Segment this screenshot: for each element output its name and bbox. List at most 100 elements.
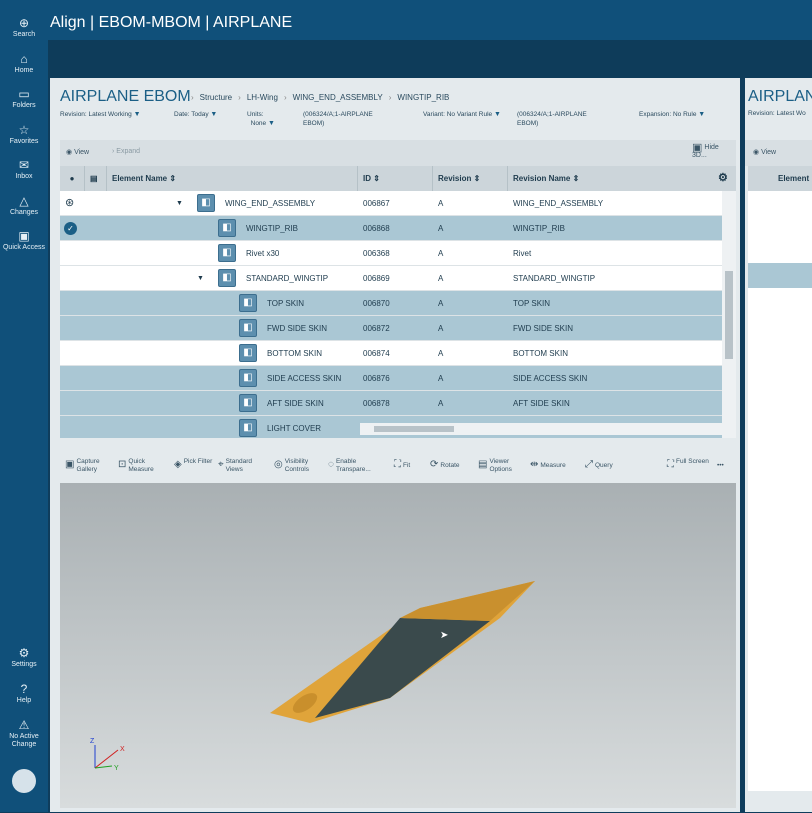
units-label: Units: [247,111,264,118]
change-icon: ⚠ [18,718,30,732]
scroll-thumb[interactable] [725,271,733,359]
expansion-value: No Rule [672,111,697,118]
chevron-down-icon[interactable]: ▼ [197,266,204,291]
chevron-right-icon: › [388,93,392,102]
help-icon: ? [20,682,28,696]
structure-toolbar: ◉ View › Expand ▣ Hide 3D... [60,140,736,166]
breadcrumb-item[interactable]: WINGTIP_RIB [397,93,449,102]
breadcrumb-item[interactable]: Structure [200,93,232,102]
sidebar-item-quick-access[interactable]: ▣ Quick Access [0,229,48,252]
view-button[interactable]: ◉ View [745,140,812,166]
horizontal-scrollbar[interactable] [360,423,722,435]
table-row[interactable]: ⊛ ▼ ◧ WING_END_ASSEMBLY 006867 A WING_END_ASSE… [60,191,722,216]
column-header-id[interactable]: ID ⇕ [358,166,433,191]
table-row[interactable]: ◧ Rivet x30 006368 A Rivet [60,241,722,266]
column-header-element-name[interactable]: Element Name ⇕ [107,166,358,191]
filter-icon: ◈ [174,459,182,470]
column-header-element[interactable]: Element [748,166,812,191]
element-name: AFT SIDE SKIN [267,399,324,408]
table-row[interactable]: ◧ TOP SKIN 006870 A TOP SKIN [60,291,722,316]
column-header-revision[interactable]: Revision ⇕ [433,166,508,191]
sidebar-item-changes[interactable]: △ Changes [0,194,48,217]
visibility-controls[interactable]: ◎ Visibility Controls [274,458,319,474]
id-cell: 006872 [363,324,390,333]
full-screen[interactable]: ⛶ Full Screen [667,458,710,472]
table-row[interactable] [748,263,812,288]
app-title-bar: Align | EBOM-MBOM | AIRPLANE [48,0,812,40]
table-row[interactable]: ▼ ◧ STANDARD_WINGTIP 006869 A STANDARD_WINGTI… [60,266,722,291]
variant-filter[interactable]: Variant: No Variant Rule ▼ [423,110,501,119]
select-all-checkbox[interactable]: ● [60,166,85,191]
sidebar-item-folders[interactable]: ▭ Folders [0,87,48,110]
checkbox-checked[interactable]: ✓ [64,222,77,235]
chevron-down-icon: ▼ [493,111,501,118]
hide-3d-button[interactable]: ▣ Hide 3D... [692,143,732,160]
scroll-thumb[interactable] [374,426,454,432]
column-label: Revision Name [513,174,571,183]
enable-transpare[interactable]: ◌ Enable Transpare... [328,458,371,474]
table-row[interactable]: ✓ ◧ WINGTIP_RIB 006868 A WINGTIP_RIB [60,216,722,241]
variant-value: No Variant Rule [446,111,493,118]
gear-icon[interactable]: ⚙ [718,166,736,191]
more-button[interactable]: ••• [717,458,747,474]
ebom-panel: AIRPLANE EBOM › Structure › LH-Wing › WING_EN… [50,78,740,812]
measure-icon: ⇹ [530,459,539,470]
chevron-down-icon[interactable]: ▼ [176,191,183,216]
revision-filter[interactable]: Revision: Latest Wo [748,110,806,117]
view-button[interactable]: ◉ View [66,148,89,156]
query[interactable]: ⤢ Query [585,458,625,474]
id-cell: 006878 [363,399,390,408]
context-label: (006324/A;1-AIRPLANE EBOM) [303,111,373,127]
button-label: ••• [717,462,724,469]
sidebar: ⊕ Search ⌂ Home ▭ Folders ☆ Favorites ✉ Inbox △ Cha… [0,0,48,812]
sidebar-item-search[interactable]: ⊕ Search [0,16,48,39]
view-label: View [761,149,777,156]
panel-title: AIRPLANE [748,88,812,105]
fit[interactable]: ⛶ Fit [394,458,433,474]
sidebar-item-home[interactable]: ⌂ Home [0,52,48,75]
pick-filter[interactable]: ◈ Pick Filter [174,458,218,472]
column-label: Revision [438,174,472,183]
breadcrumb-item[interactable]: LH-Wing [247,93,278,102]
3d-viewer[interactable]: Z X Y ➤ [60,483,736,808]
avatar[interactable] [12,769,36,793]
quick-measure[interactable]: ⊡ Quick Measure [118,458,162,474]
sidebar-item-label: No Active Change [9,733,39,748]
sidebar-item-settings[interactable]: ⚙ Settings [0,646,48,669]
capture-gallery[interactable]: ▣ Capture Gallery [65,458,110,474]
sidebar-item-label: Favorites [9,138,39,145]
element-name: FWD SIDE SKIN [267,324,328,333]
copy-icon[interactable]: ▤ [85,166,107,191]
part-icon: ◧ [239,344,257,362]
id-cell: 006869 [363,274,390,283]
revision-name-cell: FWD SIDE SKIN [513,324,574,333]
table-row[interactable]: ◧ BOTTOM SKIN 006874 A BOTTOM SKIN [60,341,722,366]
expand-icon: › [112,148,115,155]
sidebar-item-no-active-change[interactable]: ⚠ No Active Change [0,718,48,749]
sidebar-item-favorites[interactable]: ☆ Favorites [0,123,48,146]
standard-views[interactable]: ⌖ Standard Views [218,458,260,474]
revision-filter[interactable]: Revision: Latest Working ▼ [60,110,141,119]
variant-label: Variant: [423,111,445,118]
table-row[interactable]: ◧ AFT SIDE SKIN 006878 A AFT SIDE SKIN [60,391,722,416]
expansion-filter[interactable]: Expansion: No Rule ▼ [639,110,705,119]
measure[interactable]: ⇹ Measure [530,458,570,474]
breadcrumb-item[interactable]: WING_END_ASSEMBLY [293,93,383,102]
part-icon: ◧ [239,294,257,312]
vertical-scrollbar[interactable] [722,191,736,438]
sidebar-item-help[interactable]: ? Help [0,682,48,705]
expand-button[interactable]: › Expand [112,148,140,155]
table-row[interactable]: ◧ FWD SIDE SKIN 006872 A FWD SIDE SKIN [60,316,722,341]
date-filter[interactable]: Date: Today ▼ [174,110,217,119]
sidebar-item-inbox[interactable]: ✉ Inbox [0,158,48,181]
units-filter[interactable]: Units: None ▼ [247,110,275,128]
sidebar-item-label: Changes [9,209,39,216]
viewer-options[interactable]: ▤ Viewer Options [478,458,523,474]
rotate[interactable]: ⟳ Rotate [430,458,470,474]
column-header-revision-name[interactable]: Revision Name ⇕ [508,166,736,191]
chevron-down-icon: ▼ [698,111,706,118]
table-row[interactable]: ◧ SIDE ACCESS SKIN 006876 A SIDE ACCESS SKIN [60,366,722,391]
chevron-right-icon: › [191,93,194,102]
id-cell: 006867 [363,199,390,208]
revision-name-cell: Rivet [513,249,532,258]
